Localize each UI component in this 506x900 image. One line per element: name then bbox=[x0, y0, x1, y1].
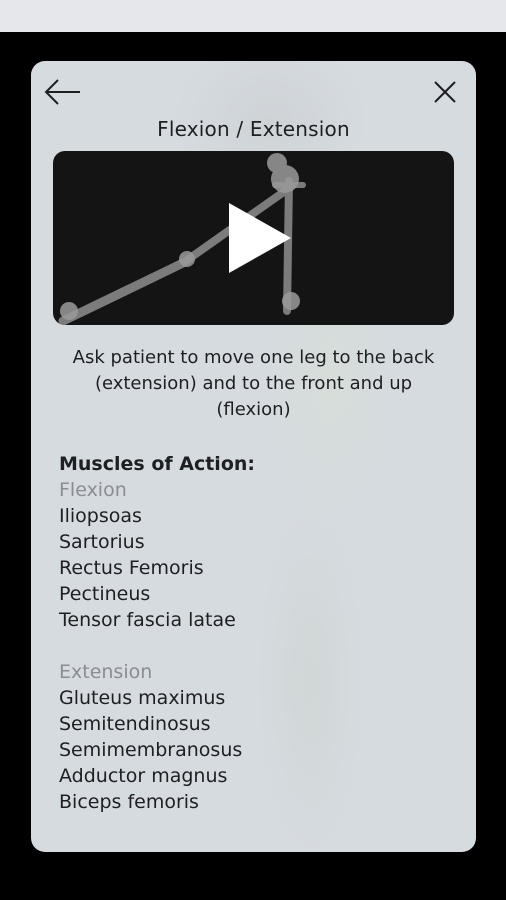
list-item: Rectus Femoris bbox=[59, 557, 204, 579]
list-item: Sartorius bbox=[59, 531, 145, 553]
info-dialog: Flexion / Extension Ask patient to move … bbox=[31, 61, 476, 852]
arrow-left-icon bbox=[44, 79, 80, 105]
extension-label: Extension bbox=[59, 661, 153, 683]
status-bar-area bbox=[0, 0, 506, 32]
close-icon bbox=[434, 81, 456, 103]
muscles-section: Muscles of Action: Flexion Iliopsoas Sar… bbox=[59, 451, 439, 815]
list-item: Adductor magnus bbox=[59, 765, 228, 787]
list-item: Pectineus bbox=[59, 583, 151, 605]
muscles-heading: Muscles of Action: bbox=[59, 453, 256, 475]
flexion-list: Iliopsoas Sartorius Rectus Femoris Pecti… bbox=[59, 503, 439, 633]
list-item: Tensor fascia latae bbox=[59, 609, 236, 631]
video-player[interactable] bbox=[53, 151, 454, 325]
back-button[interactable] bbox=[43, 75, 83, 109]
list-item: Iliopsoas bbox=[59, 505, 142, 527]
list-item: Semitendinosus bbox=[59, 713, 211, 735]
close-button[interactable] bbox=[428, 75, 462, 109]
list-item: Biceps femoris bbox=[59, 791, 199, 813]
flexion-label: Flexion bbox=[59, 479, 127, 501]
instructions-text: Ask patient to move one leg to the back … bbox=[72, 347, 435, 420]
play-icon bbox=[229, 203, 291, 273]
dialog-title: Flexion / Extension bbox=[157, 117, 350, 141]
list-item: Semimembranosus bbox=[59, 739, 243, 761]
list-item: Gluteus maximus bbox=[59, 687, 226, 709]
extension-list: Gluteus maximus Semitendinosus Semimembr… bbox=[59, 685, 439, 815]
